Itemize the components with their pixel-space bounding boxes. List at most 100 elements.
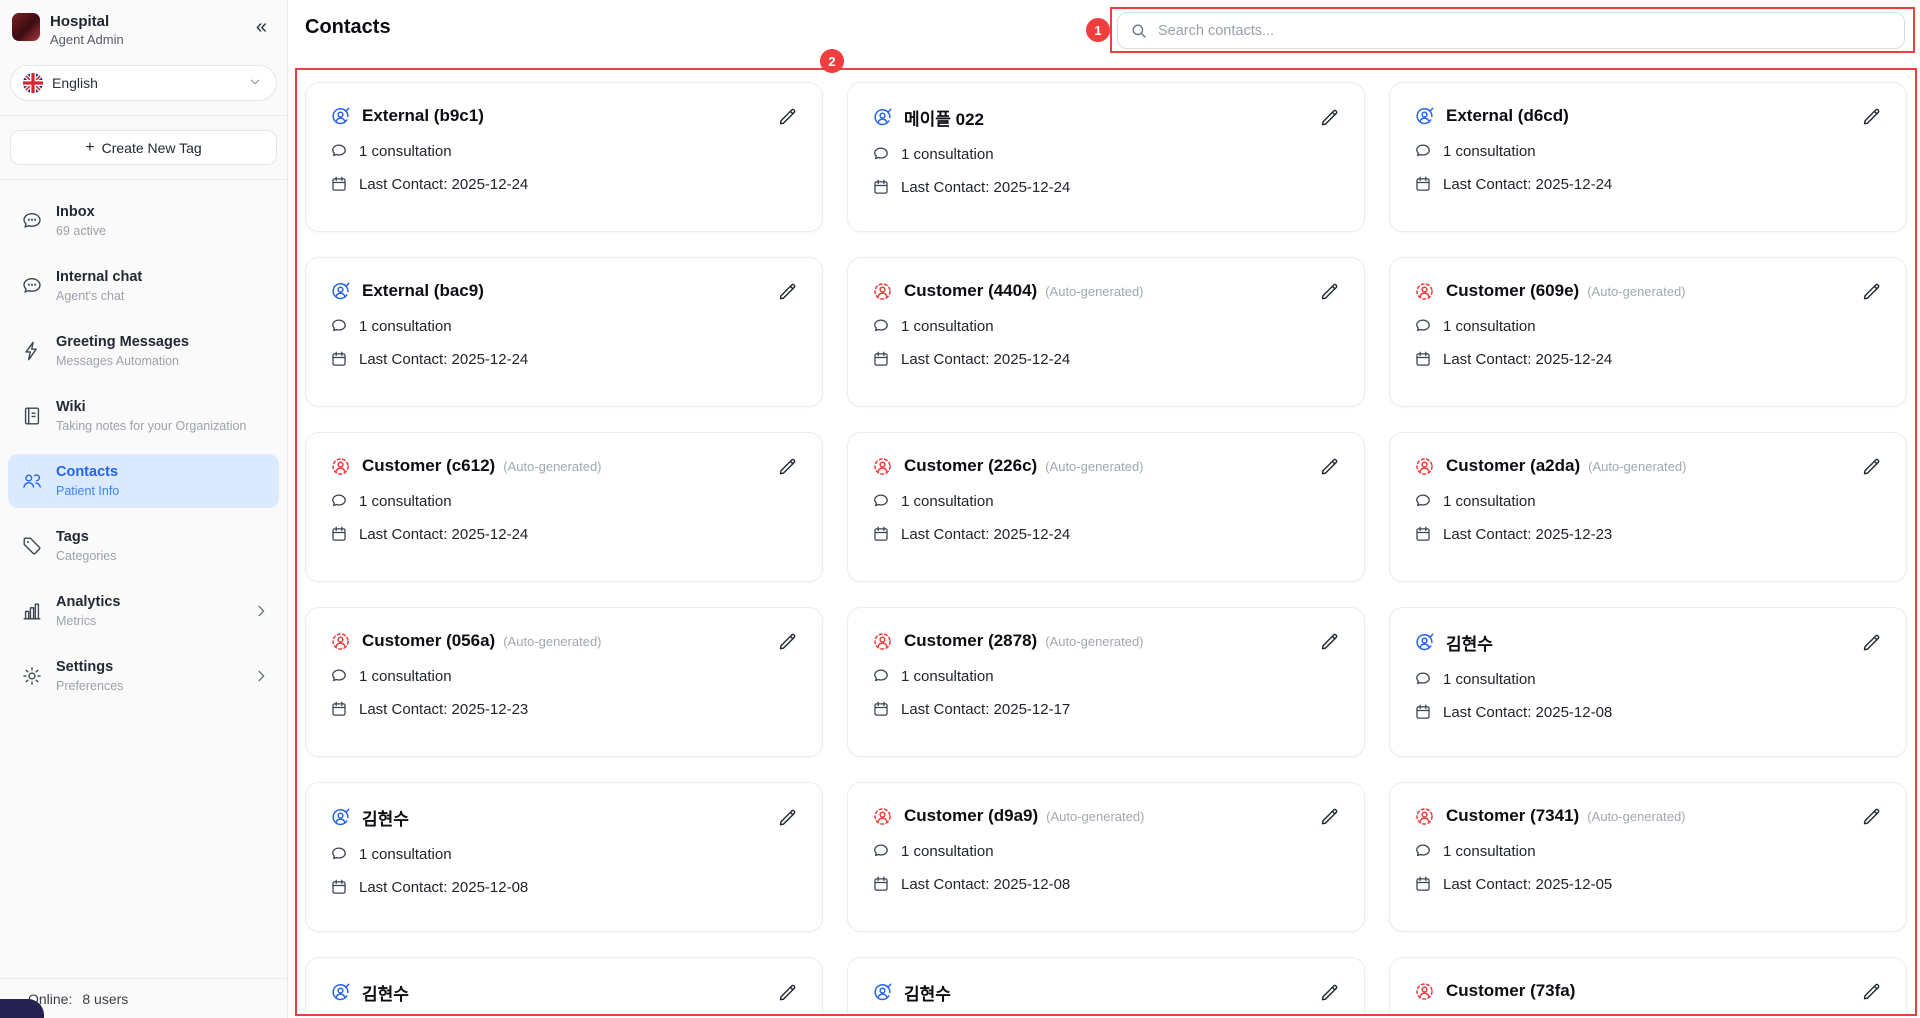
contact-auto-icon [872, 806, 893, 827]
sidebar-item-text: TagsCategories [56, 529, 269, 563]
edit-contact-pencil-icon[interactable] [776, 807, 798, 829]
last-contact-row: Last Contact: 2025-12-24 [872, 178, 1340, 196]
contact-card[interactable]: External (b9c1)1 consultationLast Contac… [305, 82, 823, 232]
edit-contact-pencil-icon[interactable] [1318, 107, 1340, 129]
edit-contact-pencil-icon[interactable] [1860, 455, 1882, 477]
sidebar-item-settings[interactable]: SettingsPreferences [8, 649, 279, 703]
contact-name: Customer (73fa) [1446, 981, 1575, 1001]
contact-card[interactable]: Customer (d9a9)(Auto-generated)1 consult… [847, 782, 1365, 932]
contact-card[interactable]: Customer (226c)(Auto-generated)1 consult… [847, 432, 1365, 582]
chat-dots-icon [20, 274, 44, 298]
sidebar-header: Hospital Agent Admin « [0, 0, 287, 57]
auto-generated-badge: (Auto-generated) [1588, 459, 1686, 474]
last-contact-date: Last Contact: 2025-12-24 [901, 351, 1070, 368]
language-label: English [52, 75, 248, 91]
sidebar: Hospital Agent Admin « English [0, 0, 288, 1018]
last-contact-date: Last Contact: 2025-12-24 [1443, 176, 1612, 193]
main-content: Contacts External (b9c1)1 consultationLa… [288, 0, 1920, 1018]
contact-card[interactable]: 김현수 [847, 957, 1365, 1014]
contact-card[interactable]: 메이플 0221 consultationLast Contact: 2025-… [847, 82, 1365, 232]
consultation-row: 1 consultation [330, 142, 798, 160]
edit-contact-pencil-icon[interactable] [776, 280, 798, 302]
sidebar-item-wiki[interactable]: WikiTaking notes for your Organization [8, 389, 279, 443]
edit-contact-pencil-icon[interactable] [1318, 630, 1340, 652]
contact-verified-icon [1414, 632, 1435, 653]
contact-name: Customer (d9a9) [904, 806, 1038, 826]
consultation-row: 1 consultation [1414, 670, 1882, 688]
sidebar-item-sublabel: Patient Info [56, 484, 269, 498]
contact-card[interactable]: Customer (a2da)(Auto-generated) 1 consult… [1389, 432, 1907, 582]
sidebar-item-analytics[interactable]: AnalyticsMetrics [8, 584, 279, 638]
consultation-count: 1 consultation [901, 146, 994, 163]
sidebar-item-inbox[interactable]: Inbox 69 active [8, 194, 279, 248]
edit-contact-pencil-icon[interactable] [776, 455, 798, 477]
contact-card-header: External (d6cd) [1414, 105, 1882, 127]
sidebar-collapse-icon[interactable]: « [250, 15, 273, 39]
consultation-row: 1 consultation [1414, 492, 1882, 510]
speech-bubble-icon [1414, 670, 1432, 688]
contact-card[interactable]: Customer (056a)(Auto-generated)1 consult… [305, 607, 823, 757]
chat-dots-icon [20, 209, 44, 233]
edit-contact-pencil-icon[interactable] [1860, 980, 1882, 1002]
contacts-grid: External (b9c1)1 consultationLast Contac… [297, 70, 1915, 1014]
consultation-row: 1 consultation [872, 317, 1340, 335]
tag-icon [20, 534, 44, 558]
sidebar-item-greeting-messages[interactable]: Greeting MessagesMessages Automation [8, 324, 279, 378]
edit-contact-pencil-icon[interactable] [1860, 805, 1882, 827]
language-select[interactable]: English [10, 65, 277, 101]
edit-contact-pencil-icon[interactable] [1318, 280, 1340, 302]
sidebar-item-internal-chat[interactable]: Internal chatAgent's chat [8, 259, 279, 313]
last-contact-date: Last Contact: 2025-12-24 [359, 526, 528, 543]
contact-card[interactable]: Customer (73fa) [1389, 957, 1907, 1014]
contact-card[interactable]: 김현수1 consultationLast Contact: 2025-12-0… [1389, 607, 1907, 757]
edit-contact-pencil-icon[interactable] [776, 982, 798, 1004]
edit-contact-pencil-icon[interactable] [1318, 455, 1340, 477]
contact-card[interactable]: Customer (c612)(Auto-generated) 1 consult… [305, 432, 823, 582]
contact-card[interactable]: External (d6cd)1 consultationLast Contac… [1389, 82, 1907, 232]
contact-card[interactable]: Customer (609e)(Auto-generated)1 consult… [1389, 257, 1907, 407]
contact-card[interactable]: 김현수1 consultationLast Contact: 2025-12-0… [305, 782, 823, 932]
annotation-badge-1: 1 [1086, 18, 1110, 42]
contact-card[interactable]: Customer (2878)(Auto-generated)1 consult… [847, 607, 1365, 757]
speech-bubble-icon [330, 845, 348, 863]
chevron-right-icon [253, 603, 269, 619]
divider [0, 179, 287, 180]
contact-card[interactable]: Customer (4404)(Auto-generated)1 consult… [847, 257, 1365, 407]
edit-contact-pencil-icon[interactable] [776, 630, 798, 652]
search-input[interactable] [1158, 23, 1892, 39]
contact-card-header: Customer (c612)(Auto-generated) [330, 455, 798, 477]
consultation-count: 1 consultation [1443, 843, 1536, 860]
sidebar-item-label: Inbox [56, 204, 269, 221]
contact-card-header: Customer (a2da)(Auto-generated) [1414, 455, 1882, 477]
contacts-grid-viewport: External (b9c1)1 consultationLast Contac… [297, 70, 1915, 1014]
sidebar-item-contacts[interactable]: ContactsPatient Info [8, 454, 279, 508]
speech-bubble-icon [330, 492, 348, 510]
contact-card[interactable]: External (bac9)1 consultationLast Contac… [305, 257, 823, 407]
contact-card[interactable]: Customer (7341)(Auto-generated)1 consult… [1389, 782, 1907, 932]
calendar-icon [1414, 875, 1432, 893]
search-icon [1130, 22, 1148, 40]
contact-auto-icon [872, 456, 893, 477]
edit-contact-pencil-icon[interactable] [776, 105, 798, 127]
edit-contact-pencil-icon[interactable] [1860, 632, 1882, 654]
auto-generated-badge: (Auto-generated) [1046, 809, 1144, 824]
edit-contact-pencil-icon[interactable] [1860, 280, 1882, 302]
consultation-count: 1 consultation [359, 493, 452, 510]
contact-card-header: 김현수 [330, 980, 798, 1005]
org-avatar [12, 13, 40, 41]
speech-bubble-icon [872, 145, 890, 163]
edit-contact-pencil-icon[interactable] [1860, 105, 1882, 127]
consultation-row: 1 consultation [872, 492, 1340, 510]
speech-bubble-icon [872, 842, 890, 860]
calendar-icon [872, 350, 890, 368]
last-contact-date: Last Contact: 2025-12-23 [1443, 526, 1612, 543]
edit-contact-pencil-icon[interactable] [1318, 805, 1340, 827]
sidebar-item-tags[interactable]: TagsCategories [8, 519, 279, 573]
sidebar-item-sublabel: 69 active [56, 224, 269, 238]
edit-contact-pencil-icon[interactable] [1318, 982, 1340, 1004]
contact-card[interactable]: 김현수 [305, 957, 823, 1014]
create-new-tag-button[interactable]: + Create New Tag [10, 130, 277, 165]
contact-auto-icon [1414, 981, 1435, 1002]
last-contact-date: Last Contact: 2025-12-05 [1443, 876, 1612, 893]
app-window: Hospital Agent Admin « English [0, 0, 1920, 1018]
